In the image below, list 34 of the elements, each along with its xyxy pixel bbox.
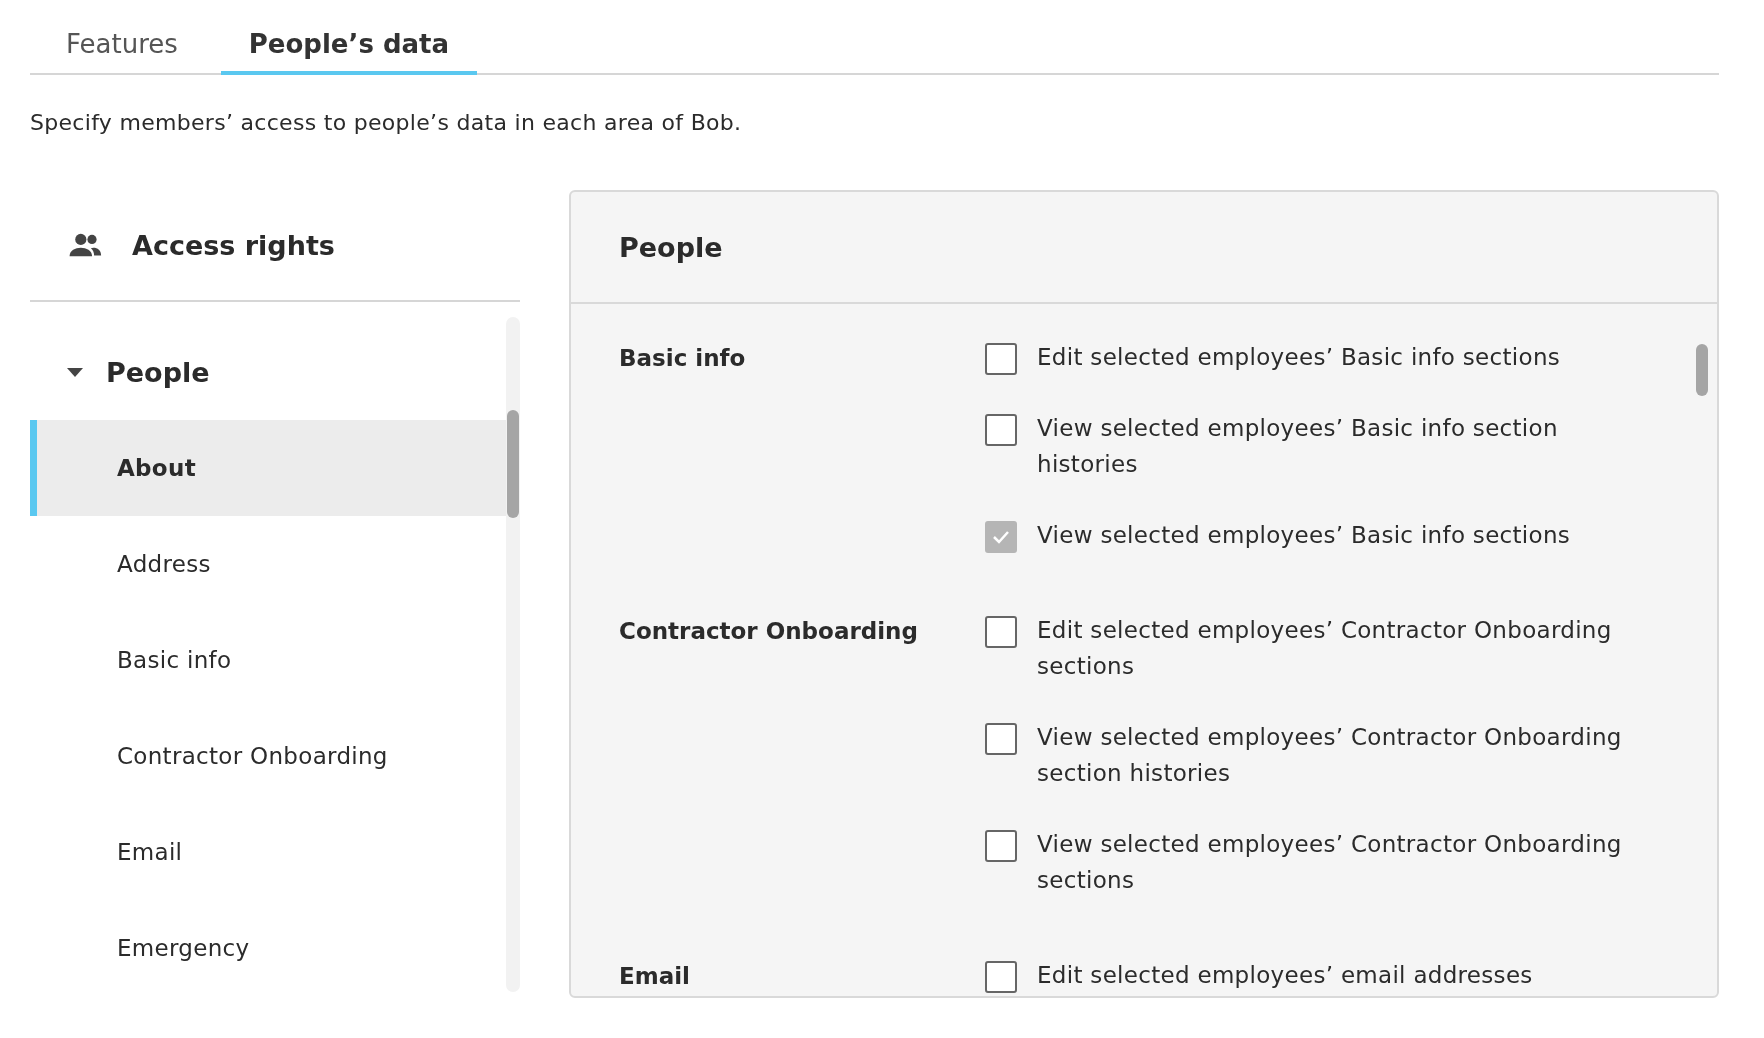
caret-icon	[66, 366, 84, 378]
sidebar-item[interactable]: Basic info	[30, 612, 506, 708]
sidebar-item[interactable]: Emergency	[30, 900, 506, 996]
checkbox[interactable]	[985, 414, 1017, 446]
tab[interactable]: People’s data	[220, 16, 478, 75]
checkbox[interactable]	[985, 961, 1017, 993]
option-label: View selected employees’ Contractor Onboarding sections	[1037, 830, 1623, 895]
checkbox[interactable]	[985, 616, 1017, 648]
checkbox[interactable]	[985, 521, 1017, 553]
checkbox[interactable]	[985, 830, 1017, 862]
sidebar-title: Access rights	[132, 229, 335, 261]
option-label: Edit selected employees’ Contractor Onboarding sections	[1037, 616, 1613, 681]
group-label: Contractor Onboarding	[619, 617, 919, 646]
option-label: View selected employees’ Contractor Onboarding section histories	[1037, 723, 1623, 788]
description-text: Specify members’ access to people’s data in each area of Bob.	[30, 110, 743, 137]
checkbox[interactable]	[985, 343, 1017, 375]
group-label: Email	[619, 962, 691, 991]
option-label: View selected employees’ Basic info section histories	[1037, 414, 1559, 479]
scrollbar-thumb[interactable]	[507, 410, 519, 518]
people-icon	[68, 231, 102, 259]
sidebar-item[interactable]: Address	[30, 516, 506, 612]
check-icon	[992, 530, 1010, 544]
option-label: View selected employees’ Basic info sections	[1037, 521, 1571, 550]
sidebar-item[interactable]: Email	[30, 804, 506, 900]
checkbox[interactable]	[985, 723, 1017, 755]
sidebar-item[interactable]: Contractor Onboarding	[30, 708, 506, 804]
group-label: Basic info	[619, 344, 747, 373]
option-label: Edit selected employees’ email addresses	[1037, 961, 1533, 990]
section-header[interactable]: People	[30, 324, 506, 420]
scrollbar-thumb[interactable]	[1696, 344, 1708, 396]
option-label: Edit selected employees’ Basic info sections	[1037, 343, 1561, 372]
sidebar-item[interactable]: About	[30, 420, 506, 516]
panel-title: People	[619, 231, 723, 263]
tab[interactable]: Features	[38, 16, 206, 75]
